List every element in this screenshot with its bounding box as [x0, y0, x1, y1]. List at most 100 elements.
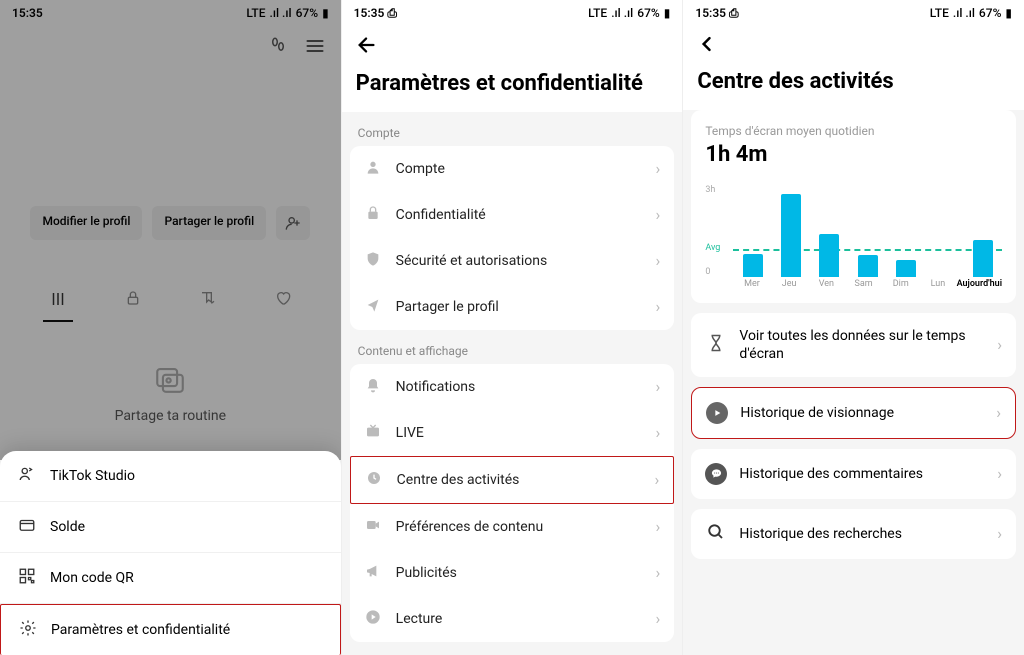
settings-row-privacy[interactable]: Confidentialité ›: [350, 192, 675, 238]
tab-lock-icon[interactable]: [118, 290, 148, 322]
y-tick-avg: Avg: [705, 243, 720, 253]
lock-icon: [364, 205, 382, 225]
menu-icon[interactable]: [305, 36, 325, 60]
chevron-right-icon: ›: [996, 403, 1001, 422]
bell-icon: [364, 377, 382, 397]
chart-bar: [781, 194, 801, 277]
settings-row-playback[interactable]: Lecture ›: [350, 596, 675, 642]
chart-bar: [819, 234, 839, 277]
chevron-right-icon: ›: [997, 524, 1002, 543]
video-icon: [364, 517, 382, 537]
edit-profile-button[interactable]: Modifier le profil: [30, 206, 142, 240]
chart-category-label: Lun: [919, 279, 956, 295]
settings-row-activity[interactable]: Centre des activités ›: [350, 456, 675, 504]
chart-category-label: Sam: [845, 279, 882, 295]
status-bar: 15:35 ⎙ LTE .ıl .ıl 67% ▮: [683, 0, 1024, 26]
profile-tagline: Partage ta routine: [0, 408, 341, 424]
section-header-content: Contenu et affichage: [342, 330, 683, 364]
status-indicators: LTE .ıl .ıl 67% ▮: [246, 6, 328, 20]
search-history-row[interactable]: Historique des recherches ›: [691, 509, 1016, 559]
tv-icon: [364, 423, 382, 443]
page-title: Centre des activités: [683, 62, 1024, 110]
studio-icon: [18, 465, 36, 487]
back-chevron-icon[interactable]: [697, 39, 717, 58]
chevron-right-icon: ›: [997, 464, 1002, 483]
row-label: Sécurité et autorisations: [396, 253, 642, 269]
chevron-right-icon: ›: [656, 377, 661, 396]
chevron-right-icon: ›: [656, 609, 661, 628]
chart-bar: [858, 255, 878, 276]
play-circle-icon: [706, 402, 728, 424]
row-label: Publicités: [396, 565, 642, 581]
tab-feed-icon[interactable]: [43, 290, 73, 322]
settings-row-live[interactable]: LIVE ›: [350, 410, 675, 456]
status-bar: 15:35 LTE .ıl .ıl 67% ▮: [0, 0, 341, 26]
screen-time-card: Temps d'écran moyen quotidien 1h 4m 3h A…: [691, 110, 1016, 303]
chart-category-label: Mer: [733, 279, 770, 295]
qr-icon: [18, 567, 36, 589]
sheet-item-balance[interactable]: Solde: [0, 502, 341, 553]
row-label: Compte: [396, 161, 642, 177]
status-time: 15:35: [12, 6, 43, 20]
row-label: Historique de visionnage: [740, 404, 984, 422]
row-label: LIVE: [396, 425, 642, 441]
sheet-item-settings[interactable]: Paramètres et confidentialité: [0, 604, 341, 655]
row-label: Voir toutes les données sur le temps d'é…: [739, 327, 985, 363]
person-icon: [364, 159, 382, 179]
row-label: Historique des commentaires: [739, 465, 985, 483]
search-icon: [705, 523, 727, 545]
row-label: Notifications: [396, 379, 642, 395]
sheet-item-studio[interactable]: TikTok Studio: [0, 451, 341, 502]
chart-category-label: Dim: [882, 279, 919, 295]
back-arrow-icon[interactable]: [356, 41, 378, 60]
row-label: Préférences de contenu: [396, 519, 642, 535]
sheet-label: Mon code QR: [50, 570, 134, 586]
gear-icon: [19, 619, 37, 641]
shield-icon: [364, 251, 382, 271]
row-label: Confidentialité: [396, 207, 642, 223]
section-header-account: Compte: [342, 112, 683, 146]
chevron-right-icon: ›: [655, 470, 660, 489]
chevron-right-icon: ›: [656, 423, 661, 442]
settings-row-security[interactable]: Sécurité et autorisations ›: [350, 238, 675, 284]
tab-bookmark-icon[interactable]: [193, 290, 223, 322]
settings-row-share[interactable]: Partager le profil ›: [350, 284, 675, 330]
add-user-button[interactable]: [276, 206, 310, 240]
chevron-right-icon: ›: [656, 205, 661, 224]
status-time: 15:35 ⎙: [354, 6, 397, 21]
wallet-icon: [18, 516, 36, 538]
chart-bar: [973, 240, 993, 277]
bottom-sheet: TikTok Studio Solde Mon code QR Paramètr…: [0, 451, 341, 655]
settings-row-notifications[interactable]: Notifications ›: [350, 364, 675, 410]
share-icon: [364, 297, 382, 317]
comment-icon: [705, 463, 727, 485]
chevron-right-icon: ›: [656, 251, 661, 270]
see-all-screen-time[interactable]: Voir toutes les données sur le temps d'é…: [691, 313, 1016, 377]
chevron-right-icon: ›: [656, 517, 661, 536]
chevron-right-icon: ›: [656, 563, 661, 582]
comment-history-row[interactable]: Historique des commentaires ›: [691, 449, 1016, 499]
chart-bar: [896, 260, 916, 277]
row-label: Lecture: [396, 611, 642, 627]
chevron-right-icon: ›: [997, 335, 1002, 354]
sheet-label: Paramètres et confidentialité: [51, 622, 230, 638]
chart-subtitle: Temps d'écran moyen quotidien: [705, 124, 1002, 138]
sheet-item-qr[interactable]: Mon code QR: [0, 553, 341, 604]
tab-heart-icon[interactable]: [268, 290, 298, 322]
footsteps-icon[interactable]: [269, 36, 287, 60]
screen-time-chart: 3h Avg 0 MerJeuVenSamDimLunAujourd'hui: [705, 185, 1002, 295]
clock-icon: [365, 470, 383, 490]
settings-row-content-pref[interactable]: Préférences de contenu ›: [350, 504, 675, 550]
status-time: 15:35 ⎙: [695, 6, 738, 21]
chart-bar: [743, 254, 763, 277]
chevron-right-icon: ›: [656, 297, 661, 316]
settings-row-account[interactable]: Compte ›: [350, 146, 675, 192]
settings-row-ads[interactable]: Publicités ›: [350, 550, 675, 596]
chart-category-label: Jeu: [771, 279, 808, 295]
watch-history-row[interactable]: Historique de visionnage ›: [691, 387, 1016, 439]
row-label: Historique des recherches: [739, 525, 985, 543]
megaphone-icon: [364, 563, 382, 583]
image-placeholder-icon: [0, 362, 341, 400]
chart-value: 1h 4m: [705, 142, 1002, 167]
share-profile-button[interactable]: Partager le profil: [152, 206, 266, 240]
